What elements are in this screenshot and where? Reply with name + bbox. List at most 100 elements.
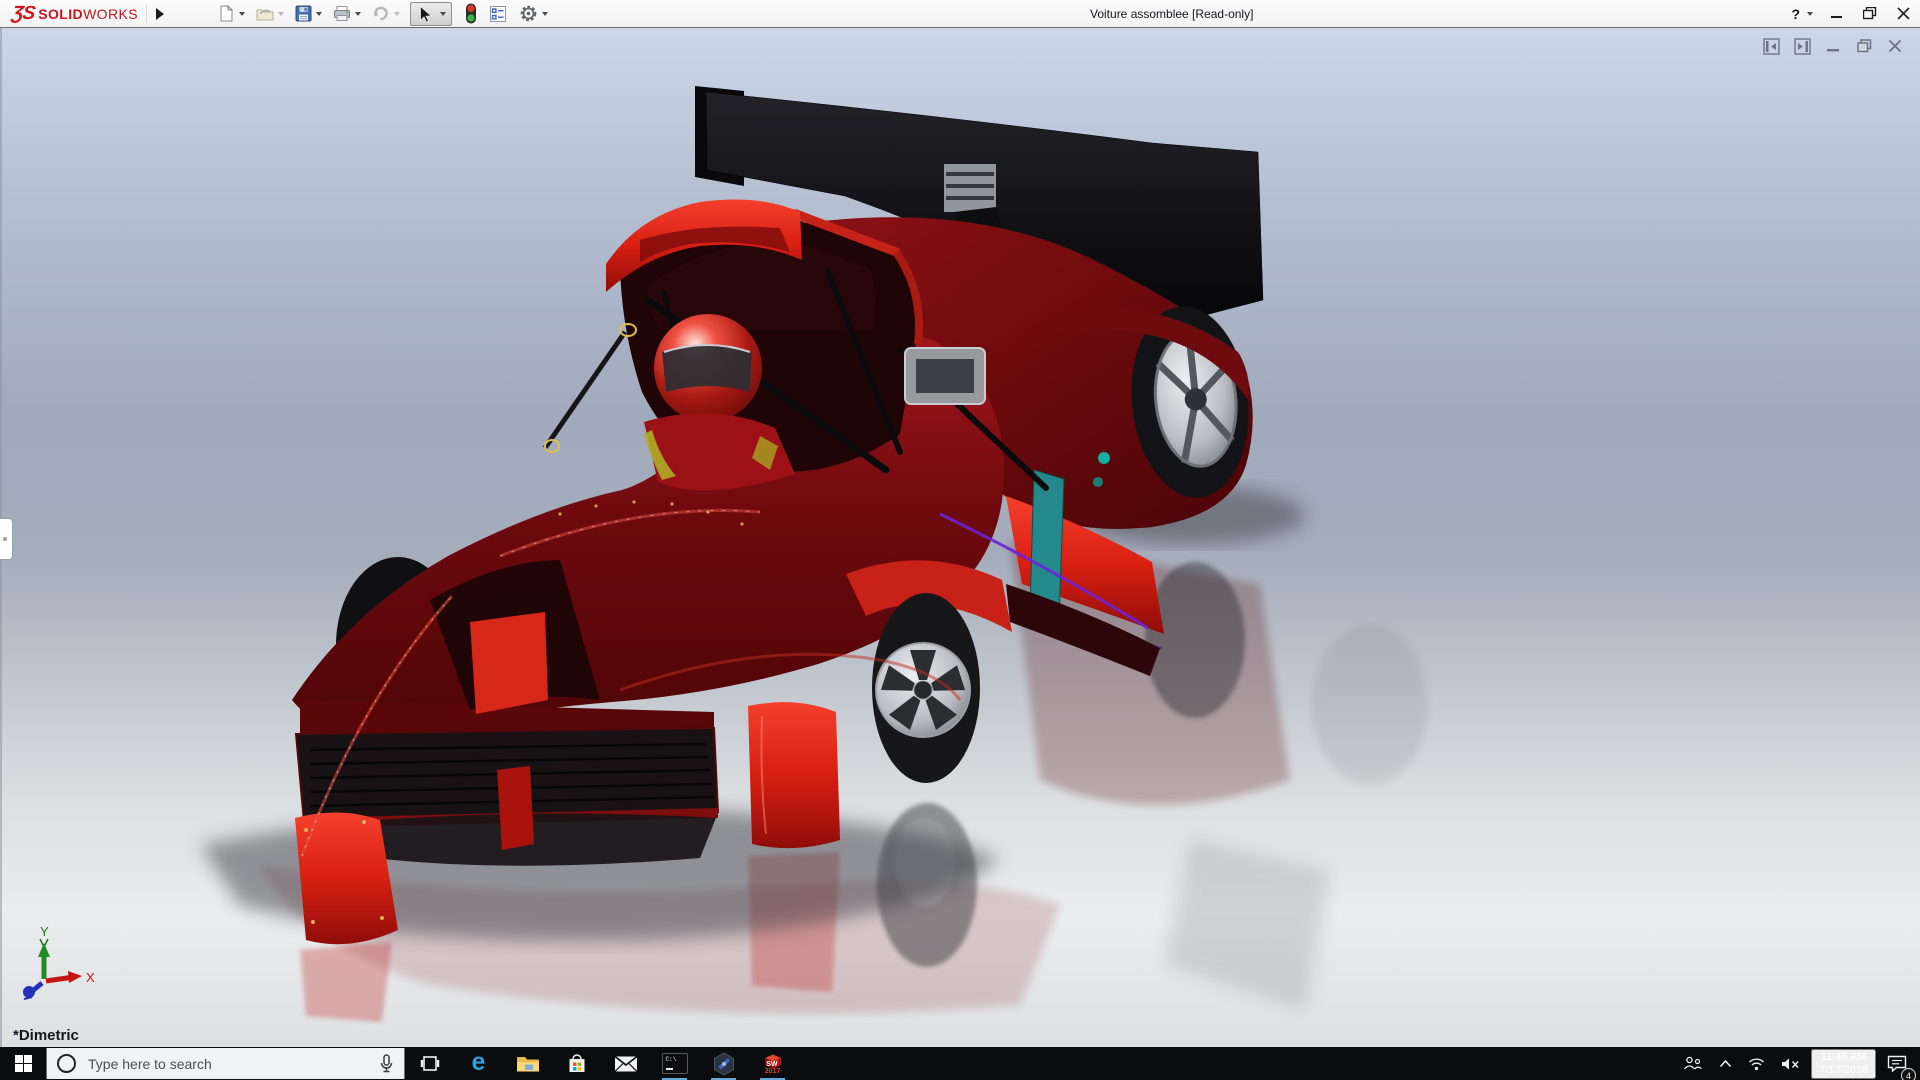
doc-close-button[interactable] — [1886, 37, 1904, 55]
toolbar-expand-button[interactable] — [151, 3, 169, 25]
volume-muted-icon — [1781, 1057, 1800, 1071]
new-document-icon — [218, 5, 235, 22]
chevron-down-icon[interactable] — [394, 12, 400, 16]
volume-muted-button[interactable] — [1776, 1047, 1805, 1080]
chevron-down-icon[interactable] — [440, 12, 446, 16]
action-center-button[interactable]: 4 — [1882, 1047, 1912, 1080]
close-icon — [1888, 39, 1902, 53]
doc-restore-button[interactable] — [1855, 37, 1873, 55]
standard-toolbar — [217, 2, 556, 26]
mail-button[interactable] — [601, 1047, 650, 1080]
select-tool-active[interactable] — [410, 2, 452, 26]
solidworks-logo-text-bold: SOLID — [38, 6, 83, 22]
windows-logo-icon — [15, 1055, 32, 1072]
close-button[interactable] — [1894, 5, 1912, 23]
graphics-viewport[interactable]: Y X *Dimetric — [0, 28, 1920, 1047]
collapse-right-button[interactable] — [1793, 37, 1811, 55]
solidworks-logo-mark-icon: ƷS — [10, 3, 35, 25]
undo-arrow-icon — [372, 5, 390, 22]
command-prompt-icon: C:\ — [662, 1053, 688, 1074]
hexagon-app-button[interactable] — [699, 1047, 748, 1080]
collapse-left-button[interactable] — [1762, 37, 1780, 55]
chevron-down-icon[interactable] — [278, 12, 284, 16]
taskbar-search[interactable] — [46, 1048, 405, 1079]
options-button[interactable] — [518, 3, 539, 24]
file-properties-button[interactable] — [488, 4, 508, 24]
svg-text:SW: SW — [766, 1061, 778, 1068]
triad-y-label: Y — [40, 924, 49, 939]
title-bar: ƷS SOLIDWORKS — [0, 0, 1920, 28]
restore-icon — [1863, 7, 1877, 20]
save-button[interactable] — [294, 4, 313, 23]
panel-left-icon — [1763, 38, 1780, 55]
notification-badge: 4 — [1901, 1068, 1916, 1080]
solidworks-window: ƷS SOLIDWORKS — [0, 0, 1920, 1080]
clock[interactable]: 11:46 AM 7/13/2018 — [1811, 1049, 1876, 1079]
undo-button[interactable] — [371, 4, 391, 23]
task-view-icon — [420, 1055, 440, 1073]
search-input[interactable] — [86, 1055, 369, 1073]
tab-grip-dot — [3, 537, 7, 541]
edge-icon: e — [472, 1050, 486, 1075]
tray-date: 7/13/2018 — [1819, 1064, 1868, 1077]
print-button[interactable] — [332, 4, 352, 23]
save-floppy-icon — [295, 5, 312, 22]
chevron-down-icon[interactable] — [355, 12, 361, 16]
system-tray: 11:46 AM 7/13/2018 4 — [1678, 1047, 1920, 1080]
store-icon — [566, 1053, 588, 1075]
chevron-up-icon — [1719, 1059, 1732, 1068]
edge-button[interactable]: e — [454, 1047, 503, 1080]
wifi-button[interactable] — [1743, 1047, 1770, 1080]
solidworks-logo-text-light: WORKS — [83, 6, 138, 22]
mirror-stalk — [545, 332, 625, 448]
window-controls: ? — [1791, 0, 1912, 27]
triad-x-label: X — [86, 970, 95, 985]
people-button[interactable] — [1678, 1047, 1708, 1080]
show-hidden-icons-button[interactable] — [1714, 1047, 1737, 1080]
help-button[interactable]: ? — [1791, 6, 1813, 22]
car-3d-model — [0, 28, 1920, 1047]
helmet-visor — [662, 345, 752, 392]
doc-minimize-button[interactable] — [1824, 37, 1842, 55]
chevron-down-icon[interactable] — [542, 12, 548, 16]
rebuild-button[interactable] — [464, 2, 478, 25]
minimize-icon — [1827, 40, 1840, 53]
help-icon: ? — [1791, 6, 1800, 22]
hexagon-app-icon — [712, 1052, 736, 1076]
restore-button[interactable] — [1861, 5, 1879, 23]
solidworks-taskbar-button[interactable]: SW 2017 — [748, 1047, 797, 1080]
traffic-light-icon — [465, 3, 477, 24]
command-prompt-button[interactable]: C:\ — [650, 1047, 699, 1080]
chevron-down-icon[interactable] — [316, 12, 322, 16]
race-car — [292, 86, 1263, 944]
solidworks-logo: ƷS SOLIDWORKS — [12, 3, 138, 25]
new-document-button[interactable] — [217, 4, 236, 23]
panel-right-icon — [1794, 38, 1811, 55]
wifi-icon — [1748, 1057, 1765, 1071]
start-button[interactable] — [0, 1047, 46, 1080]
file-explorer-button[interactable] — [503, 1047, 552, 1080]
expand-arrow-icon — [156, 8, 164, 20]
mail-icon — [614, 1055, 638, 1073]
orientation-triad: Y X — [16, 923, 96, 1003]
solidworks-app-icon: SW 2017 — [762, 1053, 784, 1075]
file-properties-icon — [489, 5, 507, 23]
document-window-controls — [1762, 37, 1904, 55]
open-button[interactable] — [255, 4, 275, 23]
chevron-down-icon[interactable] — [239, 12, 245, 16]
windows-taskbar: e — [0, 1047, 1920, 1080]
tray-time: 11:46 AM — [1819, 1051, 1868, 1064]
panel-collapse-tab[interactable] — [0, 518, 13, 560]
inner-red-panel — [470, 612, 548, 714]
gear-icon — [519, 4, 538, 23]
select-cursor-icon — [416, 5, 432, 23]
minimize-button[interactable] — [1828, 5, 1846, 23]
chevron-down-icon — [1807, 12, 1813, 16]
cortana-icon — [57, 1054, 76, 1073]
store-button[interactable] — [552, 1047, 601, 1080]
task-view-button[interactable] — [405, 1047, 454, 1080]
print-icon — [333, 5, 351, 22]
restore-icon — [1857, 39, 1872, 53]
microphone-icon[interactable] — [379, 1054, 394, 1074]
divider — [146, 4, 147, 23]
